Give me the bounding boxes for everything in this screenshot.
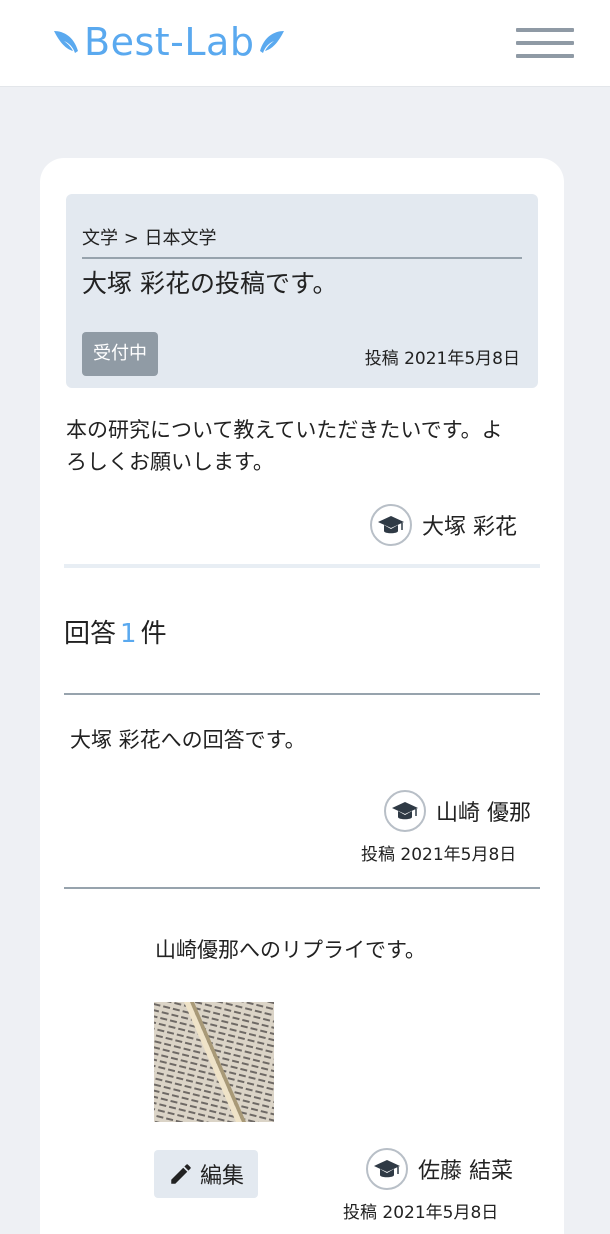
breadcrumb[interactable]: 文学 > 日本文学 bbox=[82, 224, 217, 250]
logo-text: Best-Lab bbox=[84, 20, 255, 64]
answer-text: 大塚 彩花への回答です。 bbox=[70, 728, 306, 752]
pencil-icon bbox=[171, 1164, 191, 1184]
graduation-cap-icon bbox=[370, 504, 412, 546]
answer-count-suffix: 件 bbox=[140, 619, 167, 649]
author-name: 山崎 優那 bbox=[436, 801, 531, 826]
logo[interactable]: Best-Lab bbox=[52, 20, 286, 64]
reply-text: 山崎優那へのリプライです。 bbox=[155, 938, 426, 962]
author-name: 大塚 彩花 bbox=[422, 515, 517, 540]
feather-icon bbox=[260, 31, 285, 53]
hamburger-menu-icon[interactable] bbox=[516, 28, 574, 62]
app-header: Best-Lab bbox=[0, 0, 610, 87]
edit-button[interactable]: 編集 bbox=[154, 1150, 258, 1198]
question-title: 大塚 彩花の投稿です。 bbox=[82, 269, 338, 298]
question-date: 投稿 2021年5月8日 bbox=[364, 349, 520, 369]
divider bbox=[82, 257, 522, 259]
question-body: 本の研究について教えていただきたいです。よろしくお願いします。 bbox=[66, 418, 503, 474]
reply-date: 投稿 2021年5月8日 bbox=[343, 1203, 499, 1223]
answer-author[interactable]: 山崎 優那 bbox=[384, 790, 531, 832]
answer-count-number: 1 bbox=[120, 619, 137, 649]
divider bbox=[64, 887, 540, 889]
status-badge: 受付中 bbox=[82, 332, 158, 376]
answer-count: 回答 1 件 bbox=[64, 613, 167, 650]
answer-count-label: 回答 bbox=[64, 619, 117, 649]
feather-icon bbox=[54, 31, 78, 53]
divider bbox=[64, 564, 540, 568]
author-name: 佐藤 結菜 bbox=[418, 1159, 513, 1184]
book-photo bbox=[154, 1002, 274, 1122]
divider bbox=[64, 693, 540, 695]
answer-date: 投稿 2021年5月8日 bbox=[361, 845, 517, 865]
graduation-cap-icon bbox=[366, 1148, 408, 1190]
question-header: 文学 > 日本文学 大塚 彩花の投稿です。 受付中 投稿 2021年5月8日 bbox=[66, 194, 538, 388]
question-author[interactable]: 大塚 彩花 bbox=[370, 504, 517, 546]
reply-author[interactable]: 佐藤 結菜 bbox=[366, 1148, 513, 1190]
post-card: 文学 > 日本文学 大塚 彩花の投稿です。 受付中 投稿 2021年5月8日 本… bbox=[40, 158, 564, 1234]
graduation-cap-icon bbox=[384, 790, 426, 832]
edit-label: 編集 bbox=[199, 1164, 244, 1189]
reply-image[interactable] bbox=[154, 1002, 274, 1122]
